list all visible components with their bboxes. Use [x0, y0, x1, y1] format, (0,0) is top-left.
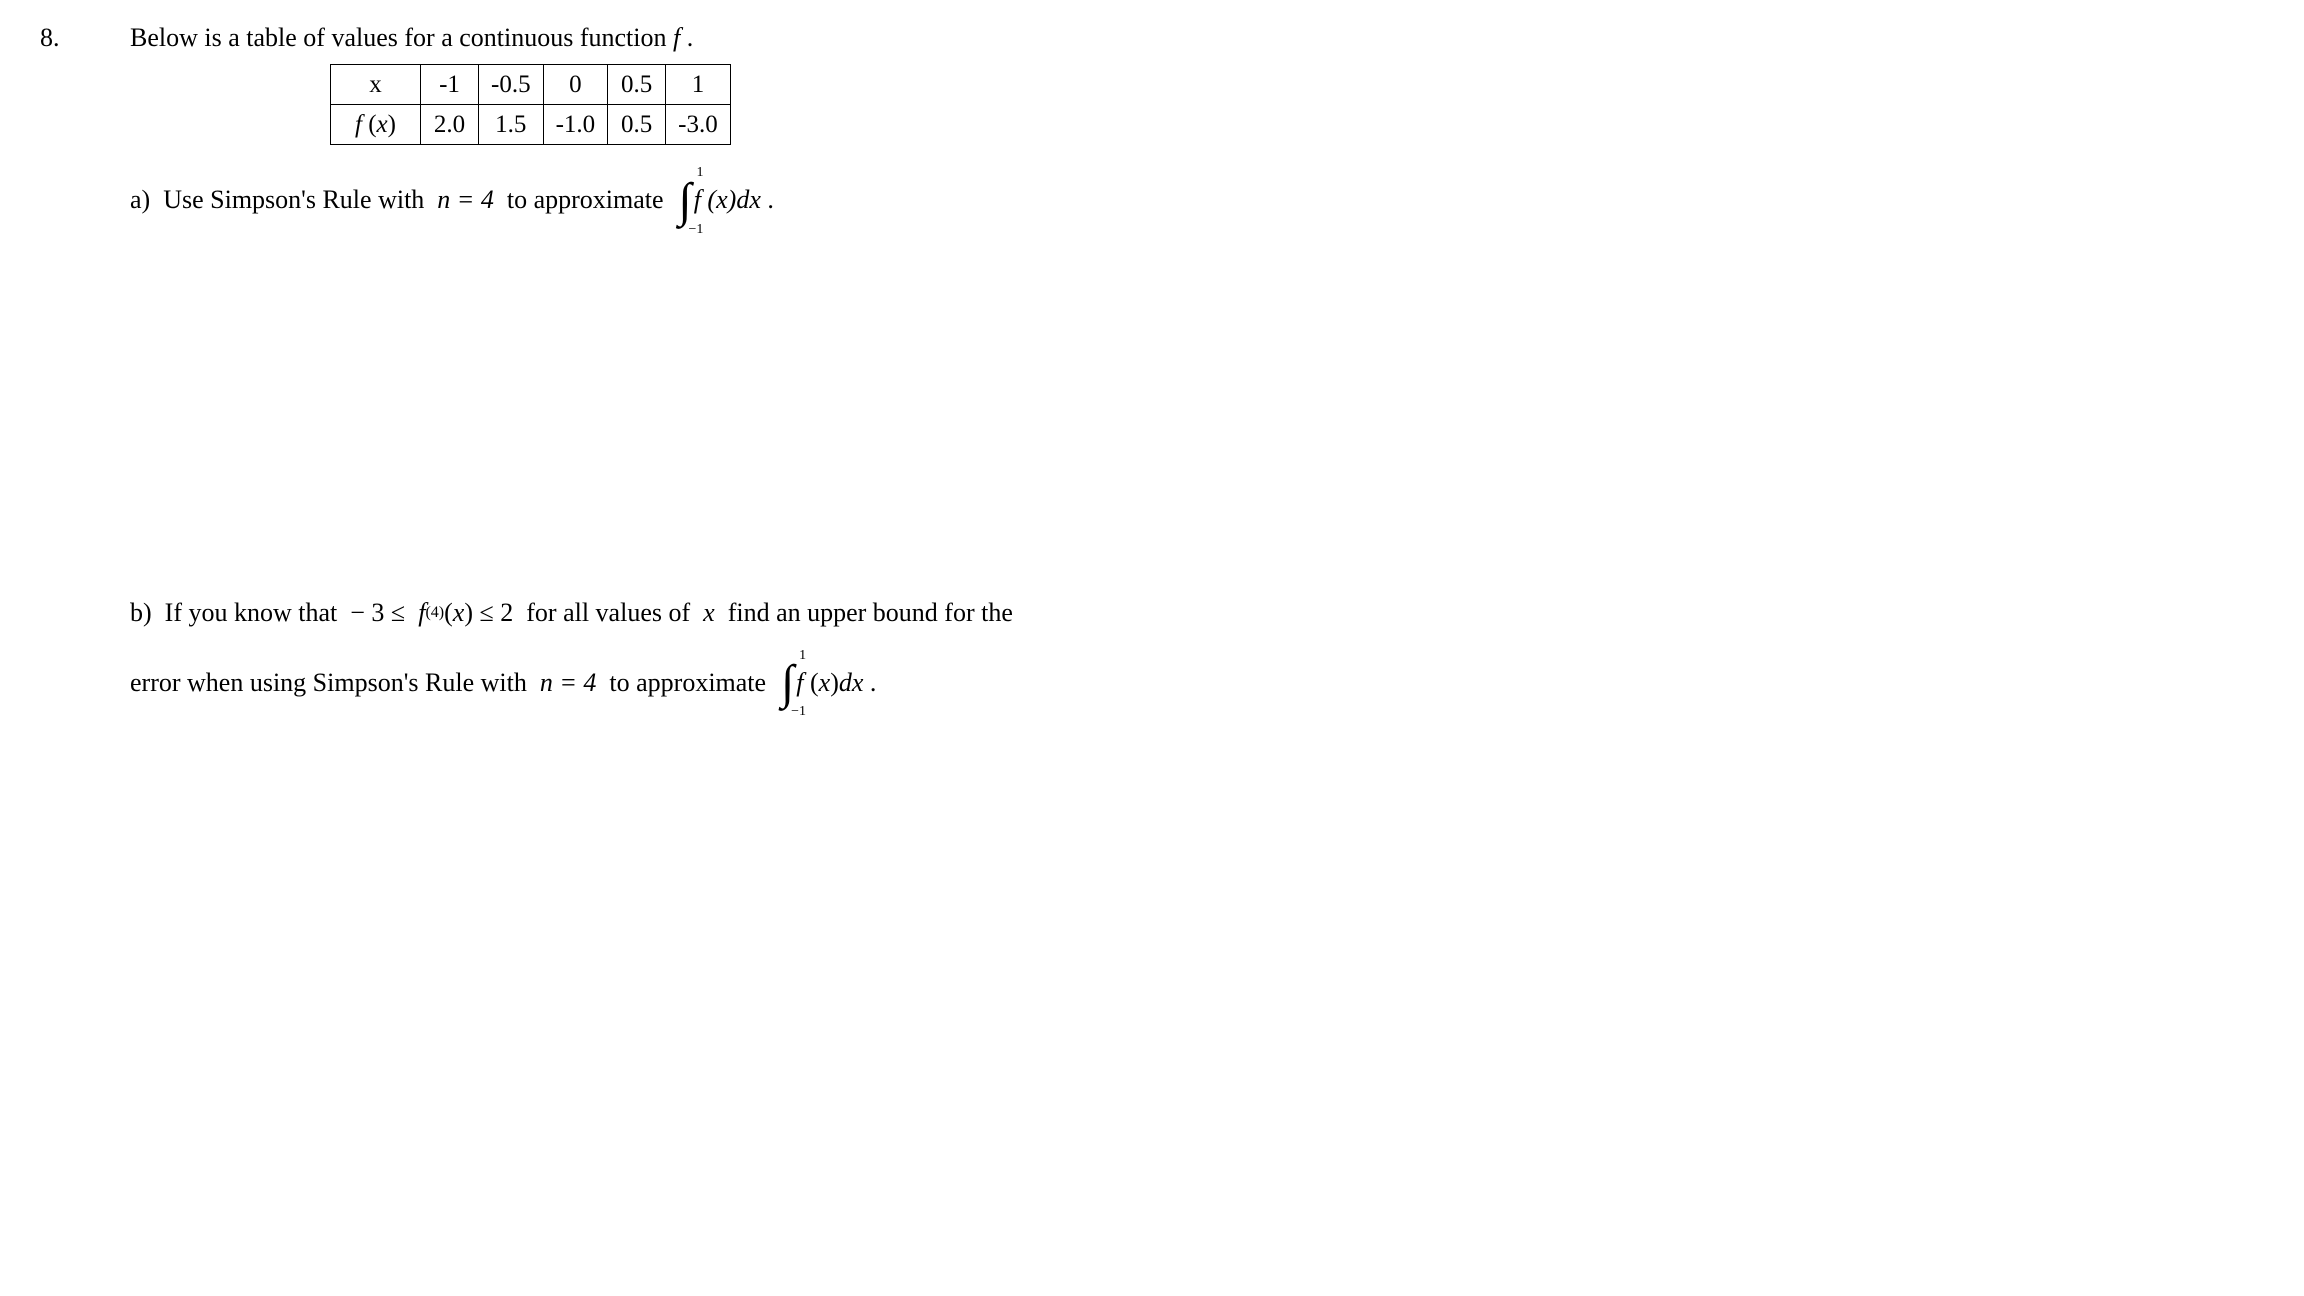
table-cell: -1.0 — [543, 105, 608, 145]
integral-upper: 1 — [697, 163, 704, 183]
part-a-period: . — [761, 182, 774, 218]
part-a-neq: n = 4 — [437, 182, 494, 218]
part-b: b) If you know that − 3 ≤ f (4) (x) ≤ 2 … — [130, 595, 2264, 717]
part-b-sup: (4) — [425, 602, 444, 624]
part-b-text1: If you know that — [152, 595, 351, 631]
table-cell: 1 — [666, 65, 731, 105]
integral-lower: −1 — [791, 702, 806, 722]
table-cell-x-label: x — [331, 65, 421, 105]
table-cell: -1 — [421, 65, 479, 105]
table-row: x -1 -0.5 0 0.5 1 — [331, 65, 731, 105]
problem-8: 8. Below is a table of values for a cont… — [40, 20, 2264, 730]
integral-sign: ∫ — [679, 179, 692, 222]
integrand: f (x)dx — [694, 182, 761, 218]
table-cell: 2.0 — [421, 105, 479, 145]
part-b-line1: b) If you know that − 3 ≤ f (4) (x) ≤ 2 … — [130, 595, 2264, 631]
part-b-line2: error when using Simpson's Rule with n =… — [130, 648, 2264, 718]
table-cell: 0.5 — [608, 105, 666, 145]
problem-content: Below is a table of values for a continu… — [130, 20, 2264, 730]
table-cell: 0.5 — [608, 65, 666, 105]
table-container: x -1 -0.5 0 0.5 1 f (x) 2.0 1.5 -1.0 0.5… — [330, 64, 2264, 145]
table-row: f (x) 2.0 1.5 -1.0 0.5 -3.0 — [331, 105, 731, 145]
part-b-period: . — [863, 665, 876, 701]
part-a-line: a) Use Simpson's Rule with n = 4 to appr… — [130, 165, 2264, 235]
part-b-label: b) — [130, 595, 152, 631]
table-cell-fx-label: f (x) — [331, 105, 421, 145]
part-a-text2: to approximate — [494, 182, 677, 218]
integrand: f (x)dx — [796, 665, 863, 701]
part-b-text4: to approximate — [596, 665, 779, 701]
integral-sign: ∫ — [781, 661, 794, 704]
problem-number: 8. — [40, 20, 130, 56]
part-b-text2: for all values of x find an upper bound … — [513, 595, 1013, 631]
table-cell: -3.0 — [666, 105, 731, 145]
part-b-bound: − 3 ≤ f — [350, 595, 425, 631]
table-cell: 1.5 — [479, 105, 544, 145]
part-b-bound2: (x) ≤ 2 — [444, 595, 513, 631]
integral-symbol: 1 ∫ −1 — [679, 165, 692, 235]
part-a-text1: Use Simpson's Rule with — [150, 182, 437, 218]
part-b-text3: error when using Simpson's Rule with — [130, 665, 540, 701]
part-a: a) Use Simpson's Rule with n = 4 to appr… — [130, 165, 2264, 235]
values-table: x -1 -0.5 0 0.5 1 f (x) 2.0 1.5 -1.0 0.5… — [330, 64, 731, 145]
integral-symbol: 1 ∫ −1 — [781, 648, 794, 718]
table-cell: -0.5 — [479, 65, 544, 105]
intro-text: Below is a table of values for a continu… — [130, 20, 2264, 56]
intro-span: Below is a table of values for a continu… — [130, 23, 693, 52]
table-cell: 0 — [543, 65, 608, 105]
part-a-label: a) — [130, 182, 150, 218]
integral-upper: 1 — [799, 646, 806, 666]
integral-lower: −1 — [689, 220, 704, 240]
part-b-neq: n = 4 — [540, 665, 597, 701]
